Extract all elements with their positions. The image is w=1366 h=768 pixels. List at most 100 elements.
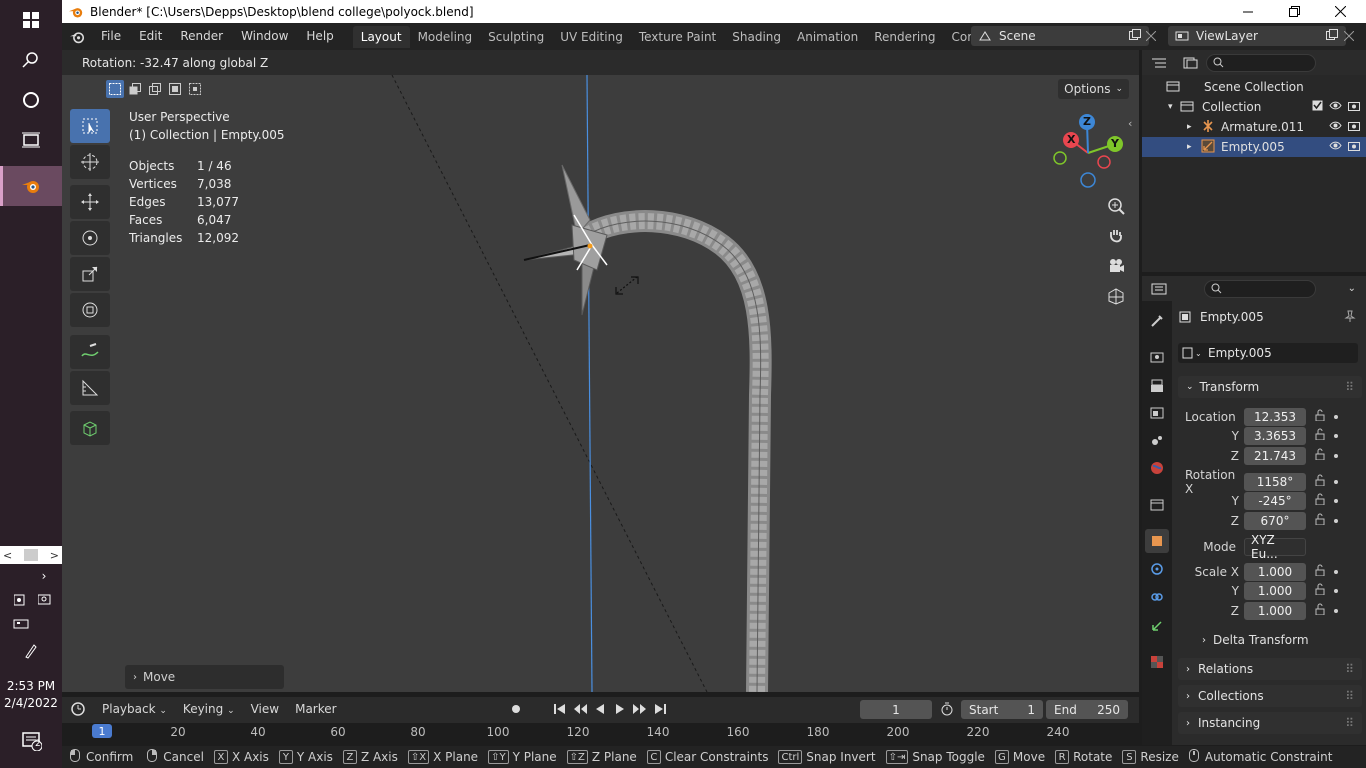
jump-start-icon[interactable] [552,702,568,719]
cursor-tool-icon[interactable] [70,145,110,179]
start-frame-field[interactable]: Start 1 [961,700,1043,719]
taskbar-clock[interactable]: 2:53 PM 2/4/2022 [0,678,62,712]
add-cube-tool-icon[interactable] [70,411,110,445]
scroll-left-icon[interactable]: < [3,549,12,562]
menu-help[interactable]: Help [297,23,342,50]
minimize-button[interactable] [1225,0,1271,23]
lock-icon[interactable] [1314,493,1326,508]
keyframe-dot-icon[interactable] [1334,433,1338,438]
transform-panel-header[interactable]: ⌄ Transform ⠿ [1178,376,1362,398]
lock-icon[interactable] [1314,409,1326,424]
keyframe-dot-icon[interactable] [1334,588,1338,593]
delta-transform-subpanel[interactable]: › Delta Transform [1202,633,1309,647]
disclosure-closed-icon[interactable]: ▸ [1187,122,1201,132]
playhead-frame[interactable]: 1 [92,724,112,738]
screen-capture-icon[interactable] [35,591,55,609]
eye-icon[interactable] [1329,120,1342,134]
menu-window[interactable]: Window [232,23,297,50]
keyframe-dot-icon[interactable] [1334,608,1338,613]
select-box-tool-icon[interactable] [70,109,110,143]
scale-y-field[interactable]: 1.000 [1244,581,1306,600]
prev-keyframe-icon[interactable] [572,702,588,719]
lock-icon[interactable] [1314,428,1326,443]
select-subtract-icon[interactable] [146,80,164,98]
tab-sculpting[interactable]: Sculpting [480,26,552,48]
drag-handle-icon[interactable]: ⠿ [1345,662,1354,676]
select-new-icon[interactable] [106,80,124,98]
collection-properties-icon[interactable] [1145,493,1169,517]
rotate-tool-icon[interactable] [70,221,110,255]
drag-handle-icon[interactable]: ⠿ [1345,380,1354,394]
texture-properties-icon[interactable] [1145,650,1169,674]
new-scene-icon[interactable] [1129,28,1141,44]
location-y-field[interactable]: 3.3653 [1244,426,1306,445]
object-name-field[interactable]: ⌄ Empty.005 [1178,343,1358,363]
tab-rendering[interactable]: Rendering [866,26,943,48]
close-button[interactable] [1317,0,1363,23]
rotation-y-field[interactable]: -245° [1244,491,1306,510]
move-tool-icon[interactable] [70,185,110,219]
properties-search-input[interactable] [1204,279,1316,298]
object-data-properties-icon[interactable] [1145,614,1169,638]
rotation-x-field[interactable]: 1158° [1244,472,1306,491]
menu-keying[interactable]: Keying ⌄ [175,702,243,716]
menu-render[interactable]: Render [171,23,232,50]
play-reverse-icon[interactable] [592,702,608,719]
pan-hand-icon[interactable] [1102,222,1130,250]
keyframe-dot-icon[interactable] [1334,518,1338,523]
blender-menu-icon[interactable] [62,30,92,44]
select-invert-icon[interactable] [166,80,184,98]
search-icon[interactable] [0,40,62,80]
keyframe-dot-icon[interactable] [1334,498,1338,503]
scroll-thumb[interactable] [24,549,38,561]
location-x-field[interactable]: 12.353 [1244,407,1306,426]
editor-type-icon[interactable] [1142,57,1176,69]
restore-button[interactable] [1271,0,1317,23]
delete-scene-icon[interactable] [1145,30,1157,44]
tab-uv-editing[interactable]: UV Editing [552,26,631,48]
lock-icon[interactable] [1314,513,1326,528]
blender-taskbar-icon[interactable] [0,166,62,206]
current-frame-field[interactable]: 1 [860,700,932,719]
relations-panel-header[interactable]: › Relations ⠿ [1178,658,1362,680]
keyframe-dot-icon[interactable] [1334,453,1338,458]
meet-now-icon[interactable] [11,591,31,609]
drag-handle-icon[interactable]: ⠿ [1345,716,1354,730]
outliner-search-input[interactable] [1206,53,1316,72]
instancing-panel-header[interactable]: › Instancing ⠿ [1178,712,1362,734]
task-view-icon[interactable] [0,120,62,160]
window-title-bar[interactable]: Blender* [C:\Users\Depps\Desktop\blend c… [62,0,1366,23]
pin-icon[interactable] [1344,310,1356,325]
outliner-item-empty[interactable]: ▸ Empty.005 [1142,137,1366,157]
view-layer-selector[interactable]: ViewLayer [1168,26,1346,46]
eye-icon[interactable] [1329,100,1342,114]
editor-type-icon[interactable] [1142,283,1176,295]
last-operator-panel[interactable]: › Move [125,665,284,689]
outliner-collection[interactable]: ▾ Collection [1142,97,1366,117]
select-intersect-icon[interactable] [186,80,204,98]
disclosure-open-icon[interactable]: ▾ [1168,102,1180,112]
collections-panel-header[interactable]: › Collections ⠿ [1178,685,1362,707]
scale-tool-icon[interactable] [70,257,110,291]
tool-settings-icon[interactable] [1145,309,1169,333]
new-view-layer-icon[interactable] [1326,28,1338,44]
stopwatch-icon[interactable] [940,702,954,719]
scene-properties-icon[interactable] [1145,428,1169,452]
view-layer-properties-icon[interactable] [1145,401,1169,425]
windows-start-icon[interactable] [0,0,62,40]
lock-icon[interactable] [1314,564,1326,579]
menu-marker[interactable]: Marker [287,702,344,716]
tab-texture-paint[interactable]: Texture Paint [631,26,724,48]
notification-icon[interactable]: 2 [21,730,43,752]
camera-render-icon[interactable] [1348,120,1360,134]
lock-icon[interactable] [1314,583,1326,598]
zoom-icon[interactable] [1102,192,1130,220]
options-dropdown[interactable]: Options ⌄ [1058,79,1129,99]
camera-view-icon[interactable] [1102,252,1130,280]
pen-icon[interactable] [21,642,41,660]
3d-viewport[interactable]: User Perspective (1) Collection | Empty.… [62,75,1139,692]
constraint-properties-icon[interactable] [1145,585,1169,609]
keyframe-dot-icon[interactable] [1334,569,1338,574]
chevron-right-icon[interactable]: › [34,567,54,585]
delete-view-layer-icon[interactable] [1343,30,1355,44]
